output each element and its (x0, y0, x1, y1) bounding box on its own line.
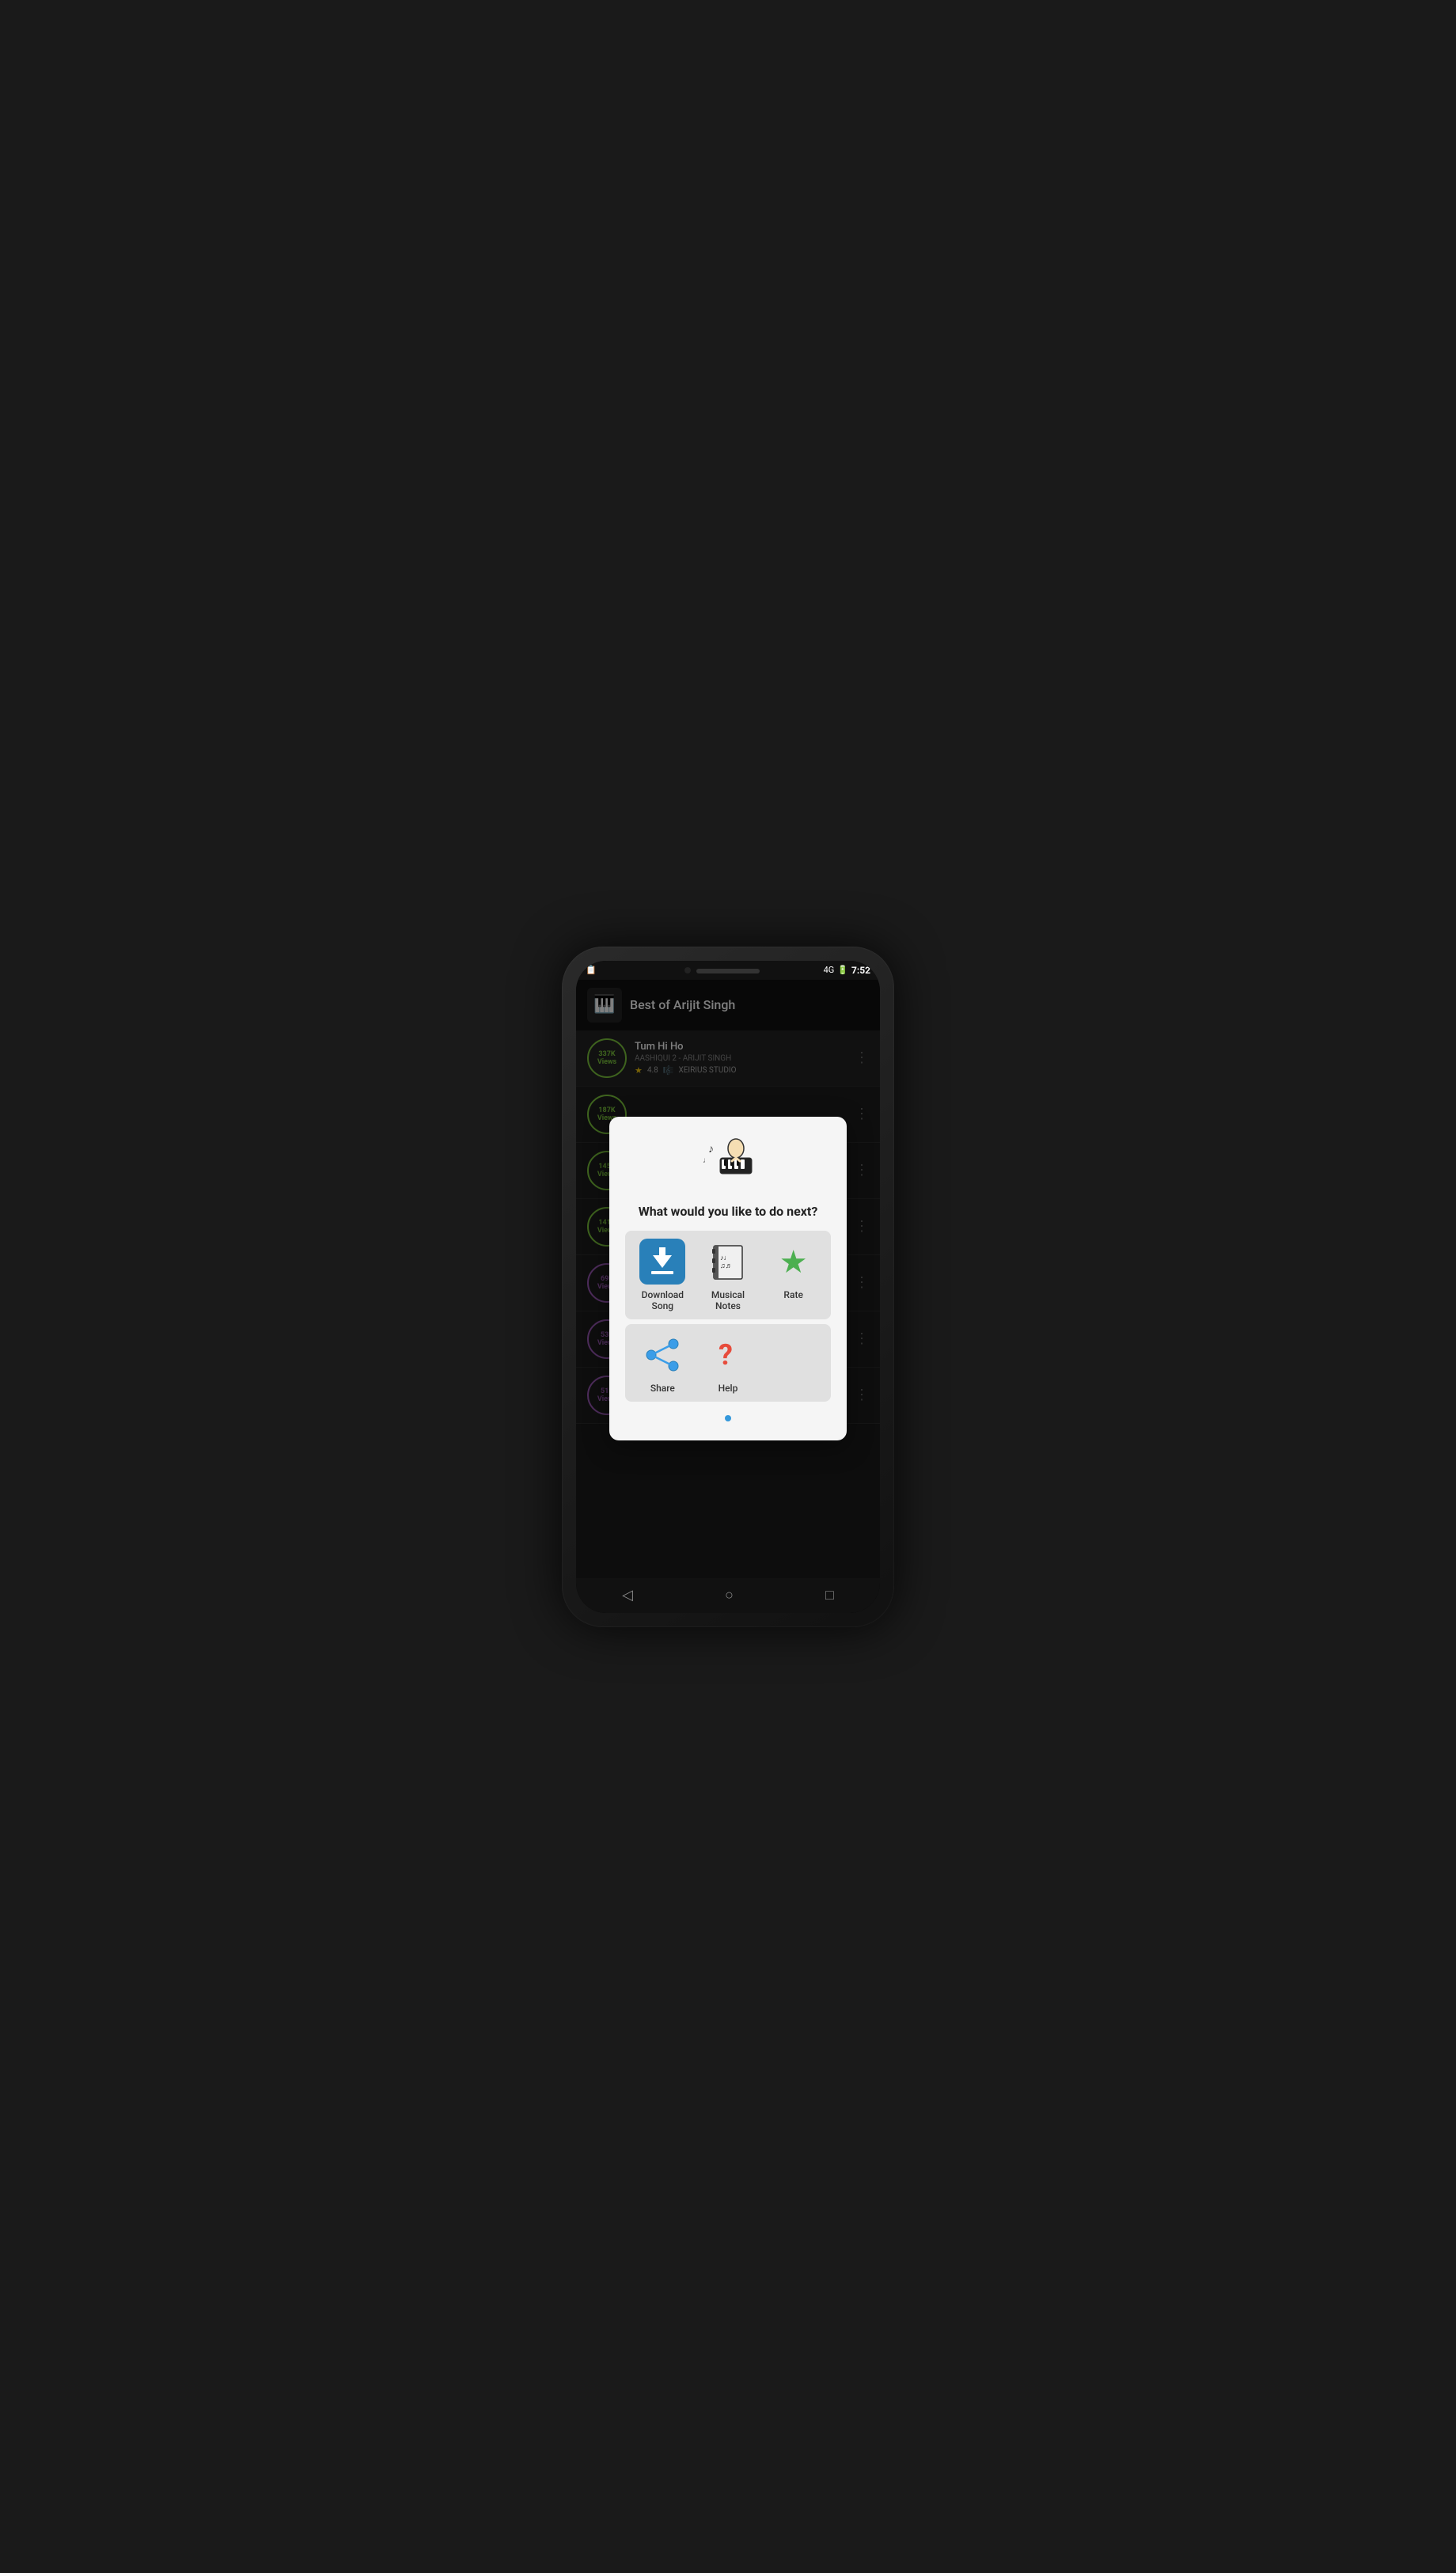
nav-bar: ◁ ○ □ (576, 1578, 880, 1613)
help-icon: ? (705, 1332, 751, 1378)
rate-icon: ★ (771, 1239, 817, 1285)
arrow-base (651, 1271, 673, 1274)
arrow-head (653, 1255, 672, 1268)
dialog-actions-row2: Share ? Help (625, 1324, 831, 1402)
arrow-stem (659, 1247, 665, 1255)
clock: 7:52 (851, 965, 870, 976)
share-svg (643, 1336, 681, 1374)
svg-text:♫♬: ♫♬ (720, 1262, 733, 1269)
recent-button[interactable]: □ (810, 1581, 850, 1610)
rate-button[interactable]: ★ Rate (764, 1239, 823, 1311)
camera (684, 967, 691, 973)
empty-slot (764, 1332, 823, 1394)
status-right: 4G 🔋 7:52 (824, 965, 870, 976)
home-button[interactable]: ○ (709, 1581, 749, 1610)
dialog-overlay: ♪ ♩ What would you like to do next? (576, 980, 880, 1578)
page-indicator (625, 1410, 831, 1425)
action-dialog: ♪ ♩ What would you like to do next? (609, 1117, 847, 1441)
share-icon (639, 1332, 685, 1378)
download-song-label: Download Song (633, 1289, 692, 1311)
indicator-dot (725, 1415, 731, 1421)
share-label: Share (650, 1383, 675, 1394)
help-button[interactable]: ? Help (699, 1332, 758, 1394)
notes-icon: ♪♩ ♫♬ (705, 1239, 751, 1285)
share-button[interactable]: Share (633, 1332, 692, 1394)
svg-text:♪♩: ♪♩ (720, 1254, 731, 1262)
download-icon (639, 1239, 685, 1285)
download-arrow-icon (651, 1249, 673, 1274)
app-screen: 🎹 Best of Arijit Singh 337K Views Tum Hi… (576, 980, 880, 1578)
notes-book-svg: ♪♩ ♫♬ (707, 1241, 749, 1282)
dialog-actions-row1: Download Song ♪♩ ♫♬ (625, 1231, 831, 1319)
svg-text:♪: ♪ (708, 1143, 714, 1156)
rate-label: Rate (783, 1289, 802, 1300)
svg-text:♩: ♩ (703, 1156, 711, 1165)
help-svg: ? (709, 1336, 747, 1374)
musical-notes-button[interactable]: ♪♩ ♫♬ Musical Notes (699, 1239, 758, 1311)
svg-text:?: ? (719, 1338, 733, 1372)
dialog-title: What would you like to do next? (625, 1204, 831, 1220)
back-button[interactable]: ◁ (606, 1581, 649, 1610)
notification-icon: 📋 (586, 965, 597, 975)
dialog-logo: ♪ ♩ (625, 1133, 831, 1196)
phone-screen: 📋 4G 🔋 7:52 🎹 Best of Arijit Singh (576, 961, 880, 1613)
musical-notes-label: Musical Notes (699, 1289, 758, 1311)
download-song-button[interactable]: Download Song (633, 1239, 692, 1311)
logo-svg: ♪ ♩ (696, 1133, 760, 1188)
phone-frame: 📋 4G 🔋 7:52 🎹 Best of Arijit Singh (562, 947, 894, 1627)
status-left: 📋 (586, 965, 597, 975)
signal-icon: 4G (824, 965, 835, 975)
speaker (696, 969, 760, 973)
battery-icon: 🔋 (837, 965, 848, 975)
help-label: Help (719, 1383, 738, 1394)
